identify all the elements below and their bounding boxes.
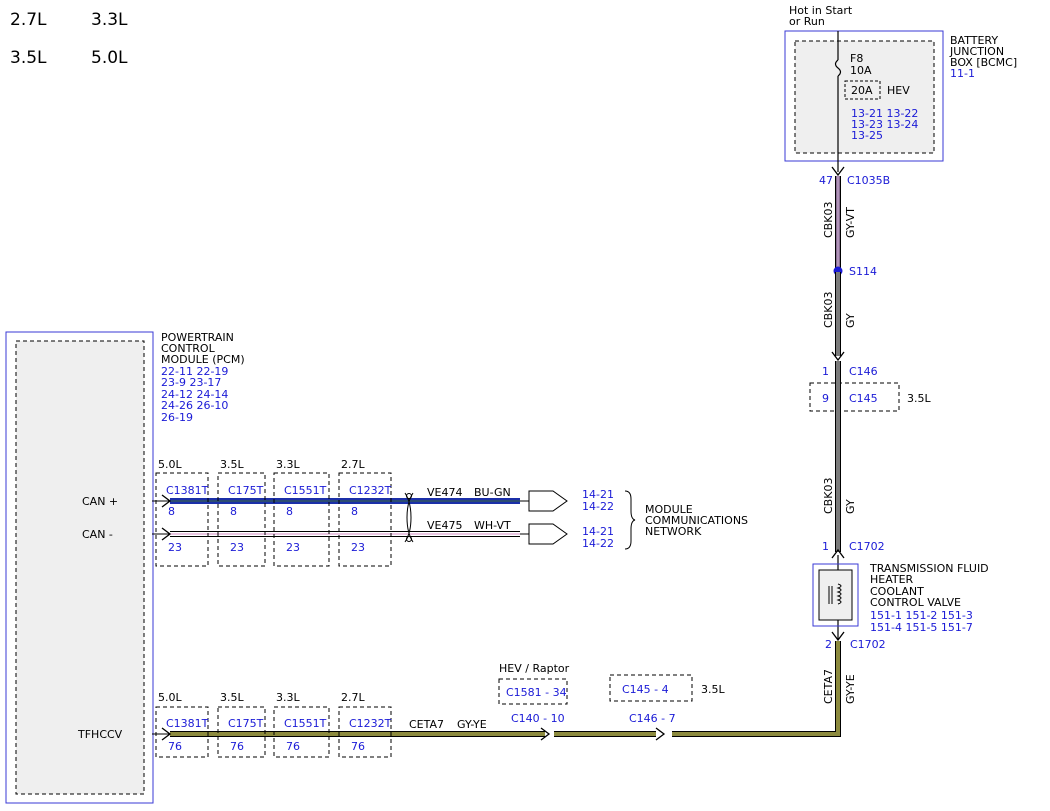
can-connector-group: 5.0L C1381T 8 23 3.5L C175T 8 23 3.3L C1551T 8 23 2.… (155, 458, 392, 567)
c145-pin: 9 (822, 392, 829, 405)
can-connector-pin-lo: 23 (286, 541, 300, 554)
tf-connector-engine: 5.0L (158, 691, 182, 704)
can-lo-terminal-icon (528, 523, 568, 545)
c1702-bot-name: C1702 (850, 638, 886, 651)
hev-raptor-label: HEV / Raptor (499, 662, 570, 675)
c145-inline-engine: 3.5L (701, 683, 725, 696)
c1702-top-pin: 1 (822, 540, 829, 553)
wiring-diagram: 2.7L 3.3L 3.5L 5.0L Hot in Start or Run … (5, 4, 1017, 804)
wire-valve-circuit: CETA7 (822, 669, 835, 704)
can-connector-pin-hi: 8 (168, 505, 175, 518)
can-lo-circuit: VE475 (427, 519, 462, 532)
tf-connector-engine: 2.7L (341, 691, 365, 704)
pcm-pin-can-hi: CAN + (82, 495, 118, 508)
can-connector-engine: 3.5L (220, 458, 244, 471)
c1035b-pin: 47 (819, 174, 833, 187)
tf-connector-pin: 76 (351, 740, 365, 753)
c145-inline-label: C145 - 4 (622, 683, 669, 696)
can-connector-pin-hi: 8 (351, 505, 358, 518)
or-run-label: or Run (789, 15, 825, 28)
hev-fuse-rating: 20A (851, 84, 873, 97)
tf-connector-pin: 76 (230, 740, 244, 753)
network-brace-icon (624, 490, 636, 550)
can-connector-pin-lo: 23 (230, 541, 244, 554)
c146-pin: 1 (822, 365, 829, 378)
can-connector-pin-hi: 8 (286, 505, 293, 518)
engine-label-5-0: 5.0L (91, 48, 128, 68)
c1581-label: C1581 - 34 (506, 686, 567, 699)
tf-connector-name: C1232T (349, 717, 392, 730)
wire-gy-ye-valve (672, 641, 840, 736)
can-hi-color: BU-GN (474, 486, 511, 499)
wire-mid-circuit: CBK03 (822, 292, 835, 328)
tf-connector-engine: 3.3L (276, 691, 300, 704)
c1035b-name: C1035B (847, 174, 890, 187)
can-lo-color: WH-VT (474, 519, 511, 532)
c1702-top-name: C1702 (849, 540, 885, 553)
c146-inline-label: C146 - 7 (629, 712, 676, 725)
can-connector-name: C1232T (349, 484, 392, 497)
c146-name: C146 (849, 365, 878, 378)
can-connector-pin-lo: 23 (351, 541, 365, 554)
can-connector-engine: 3.3L (276, 458, 300, 471)
pcm-pin-can-lo: CAN - (82, 528, 113, 541)
valve-name-4: CONTROL VALVE (870, 596, 961, 609)
wire-top-color: GY-VT (844, 207, 857, 238)
tf-connector-name: C1381T (166, 717, 209, 730)
wire-low-circuit: CBK03 (822, 478, 835, 514)
c146-inline-pin-icon (655, 727, 666, 741)
engine-label-3-3: 3.3L (91, 10, 128, 30)
wire-mid-color: GY (844, 313, 857, 328)
engine-label-3-5: 3.5L (10, 48, 47, 68)
fuse-rating: 10A (850, 64, 872, 77)
can-lo-ref-2[interactable]: 14-22 (582, 537, 614, 550)
tf-connector-name: C1551T (284, 717, 327, 730)
bjb-refs-3: 13-25 (851, 129, 883, 142)
tf-wire-circuit: CETA7 (409, 718, 444, 731)
bjb-ref: 11-1 (950, 67, 975, 80)
engine-label-2-7: 2.7L (10, 10, 47, 30)
can-connector-engine: 2.7L (341, 458, 365, 471)
tf-connector-engine: 3.5L (220, 691, 244, 704)
tf-connector-name: C175T (228, 717, 264, 730)
pcm-inner (15, 340, 145, 795)
pcm-pin-tfhccv: TFHCCV (77, 728, 123, 741)
can-connector-pin-hi: 8 (230, 505, 237, 518)
can-connector-engine: 5.0L (158, 458, 182, 471)
c140-label: C140 - 10 (511, 712, 565, 725)
can-hi-circuit: VE474 (427, 486, 462, 499)
can-connector-name: C1551T (284, 484, 327, 497)
tf-connector-pin: 76 (168, 740, 182, 753)
wire-top-circuit: CBK03 (822, 202, 835, 238)
splice-name: S114 (849, 265, 877, 278)
can-connector-name: C1381T (166, 484, 209, 497)
wire-low-color: GY (844, 499, 857, 514)
network-label-3: NETWORK (645, 525, 702, 538)
valve-refs-2: 151-4 151-5 151-7 (870, 621, 973, 634)
can-connector-name: C175T (228, 484, 264, 497)
valve-inner (818, 569, 853, 621)
tf-connector-pin: 76 (286, 740, 300, 753)
can-hi-ref-2[interactable]: 14-22 (582, 500, 614, 513)
tf-wire-color: GY-YE (457, 718, 487, 731)
wire-gy-ye-valve-border (672, 641, 841, 737)
c145-name: C145 (849, 392, 878, 405)
c145-engine: 3.5L (907, 392, 931, 405)
hev-fuse-label: HEV (887, 84, 910, 97)
can-hi-terminal-icon (528, 490, 568, 512)
tf-connector-group: 5.0L C1381T 76 3.5L C175T 76 3.3L C1551T 76 2.7L C… (155, 691, 392, 758)
c1702-bot-pin: 2 (825, 638, 832, 651)
wire-valve-color: GY-YE (844, 674, 857, 704)
pcm-refs-5: 26-19 (161, 411, 193, 424)
can-connector-pin-lo: 23 (168, 541, 182, 554)
